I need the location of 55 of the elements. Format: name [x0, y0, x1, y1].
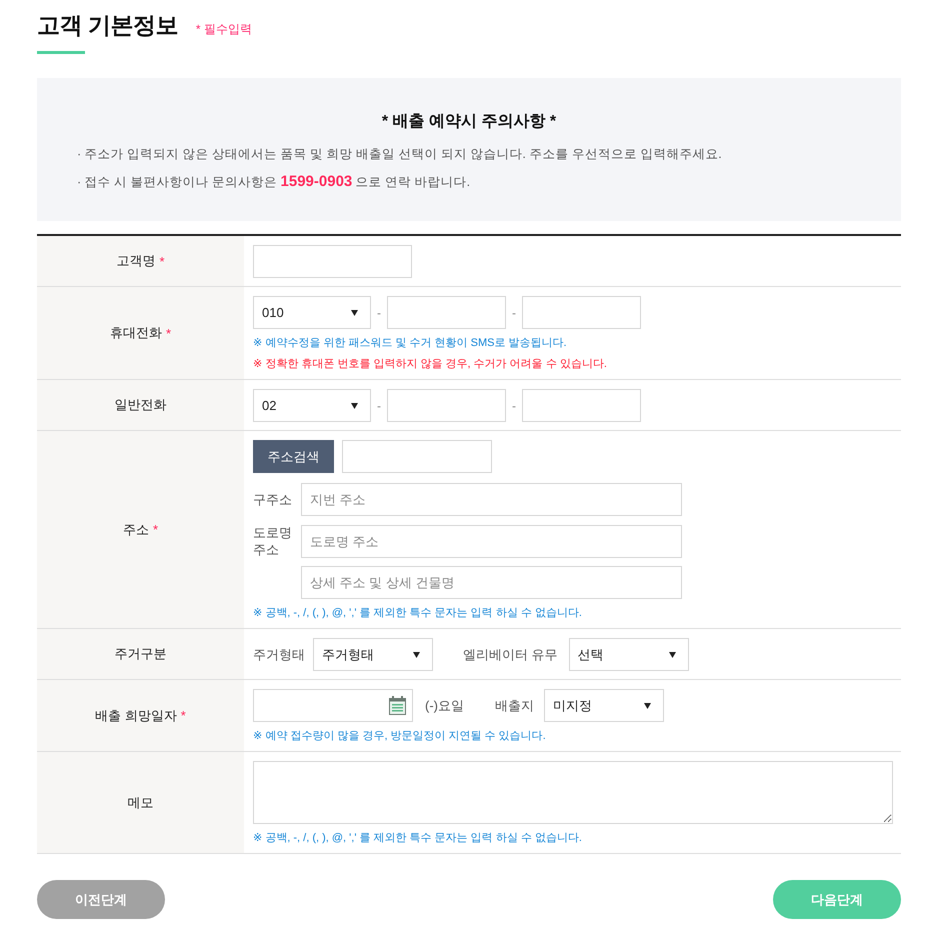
- title-underline: [37, 51, 85, 54]
- phone-number-input[interactable]: [387, 296, 506, 329]
- field-label: 배출 희망일자: [95, 706, 177, 724]
- weekday-text: (-)요일: [425, 696, 464, 714]
- dropdown-select[interactable]: 미지정: [544, 689, 664, 722]
- phone-number-input[interactable]: [522, 296, 641, 329]
- dash-separator: -: [512, 306, 516, 320]
- notice-text: · 주소가 입력되지 않은 상태에서는 품목 및 희망 배출일 선택이 되지 않습니다. 주소를 우선적으로 입력해주세요.: [77, 146, 723, 163]
- notice-text: · 접수 시 불편사항이나 문의사항은 1599-0903 으로 연락 바랍니다.: [77, 172, 472, 192]
- dropdown-select[interactable]: 선택: [568, 638, 689, 671]
- notice-title: * 배출 예약시 주의사항 *: [380, 112, 558, 132]
- field-label: 메모: [128, 794, 154, 812]
- area-code-select[interactable]: 010: [253, 296, 371, 329]
- required-mark: *: [166, 326, 172, 340]
- address-label: 도로명 주소: [253, 524, 293, 558]
- address-input[interactable]: 도로명 주소: [301, 524, 682, 558]
- select-label: 엘리베이터 유무: [463, 646, 558, 664]
- calendar-icon: [389, 696, 406, 715]
- required-mark: *: [152, 522, 158, 537]
- phone-number-input[interactable]: [522, 389, 641, 422]
- input-field[interactable]: [342, 440, 492, 473]
- info-note: ※ 공백, -, /, (, ), @, ',' 를 제외한 특수 문자는 입력 하실 수 없습니다.: [253, 606, 582, 621]
- field-label: 주거구분: [114, 645, 166, 663]
- page-title: 고객 기본정보: [37, 11, 178, 40]
- select-label: 주거형태: [253, 646, 305, 664]
- warning-note: ※ 정확한 휴대폰 번호를 입력하지 않을 경우, 수거가 어려울 수 있습니다.: [253, 357, 607, 372]
- dropdown-select[interactable]: 주거형태: [313, 638, 433, 671]
- field-label: 휴대전화: [110, 324, 162, 342]
- address-label: 구주소: [253, 491, 293, 508]
- field-label: 고객명: [116, 252, 156, 270]
- required-note: * 필수입력: [196, 21, 252, 38]
- date-field[interactable]: [253, 689, 413, 722]
- required-mark: *: [159, 254, 165, 268]
- dash-separator: -: [377, 398, 381, 412]
- caret-icon: [668, 652, 676, 658]
- caret-icon: [351, 310, 358, 316]
- dash-separator: -: [377, 306, 381, 320]
- field-label: 일반전화: [114, 396, 166, 414]
- name-input[interactable]: [253, 245, 412, 278]
- caret-icon: [351, 402, 358, 408]
- caret-icon: [644, 702, 651, 708]
- memo-textarea[interactable]: [253, 761, 893, 824]
- required-mark: *: [180, 708, 186, 723]
- area-code-select[interactable]: 02: [253, 389, 371, 422]
- phone-number-input[interactable]: [387, 389, 506, 422]
- address-input[interactable]: 지번 주소: [301, 483, 682, 516]
- info-note: ※ 공백, -, /, (, ), @, ',' 를 제외한 특수 문자는 입력 하실 수 없습니다.: [253, 831, 582, 846]
- info-note: ※ 예약수정을 위한 패스워드 및 수거 현황이 SMS로 발송됩니다.: [253, 336, 568, 351]
- field-label: 주소: [122, 520, 149, 538]
- address-search-button[interactable]: 주소검색: [253, 440, 334, 473]
- select-label: 배출지: [495, 696, 534, 714]
- address-input[interactable]: 상세 주소 및 상세 건물명: [301, 566, 682, 599]
- info-note: ※ 예약 접수량이 많을 경우, 방문일정이 지연될 수 있습니다.: [253, 729, 546, 744]
- dash-separator: -: [512, 398, 516, 412]
- caret-icon: [413, 652, 420, 658]
